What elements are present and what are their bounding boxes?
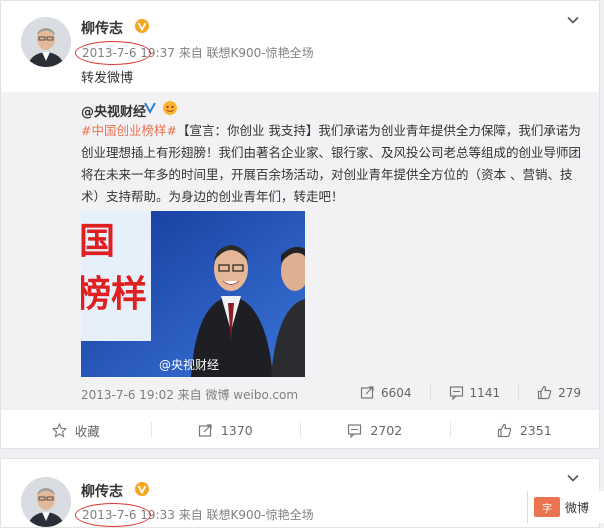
hashtag-link[interactable]: #中国创业榜样#: [81, 123, 177, 138]
comment-icon: [348, 423, 362, 438]
share-icon: [360, 386, 374, 399]
repost-meta[interactable]: 2013-7-6 19:02 来自 微博 weibo.com: [81, 386, 298, 403]
post-date[interactable]: 2013-7-6: [75, 503, 151, 527]
author-avatar[interactable]: [21, 17, 71, 67]
post-date[interactable]: 2013-7-6: [75, 41, 151, 65]
repost-body: #中国创业榜样#【宣言：你创业 我支持】我们承诺为创业青年提供全力保障，我们承诺…: [81, 123, 582, 204]
repost-comment-count[interactable]: 1141: [449, 385, 500, 400]
red-circle-annotation: [75, 503, 151, 527]
red-circle-annotation: [75, 41, 151, 65]
reposted-content: @央视财经 #中国创业榜样#【宣言：你创业 我支持】我们承诺为创业青年提供全力保…: [1, 92, 599, 409]
author-avatar[interactable]: [21, 477, 71, 527]
like-button[interactable]: 2351: [449, 410, 600, 450]
share-icon: [198, 423, 212, 437]
repost-like-count[interactable]: 279: [537, 385, 581, 400]
verified-icon: [135, 482, 149, 496]
post-text: 转发微博: [81, 71, 134, 86]
verified-blue-icon: [144, 102, 156, 114]
repost-share-count[interactable]: 6604: [360, 385, 412, 400]
weibo-post-card: 柳传志 2013-7-6 19:33 来自 联想K900-惊艳全场: [0, 458, 600, 528]
chevron-down-icon[interactable]: [566, 471, 580, 485]
member-badge-icon: [163, 101, 177, 115]
chevron-down-icon[interactable]: [566, 13, 580, 27]
repost-button[interactable]: 1370: [150, 410, 301, 450]
weibo-logo-icon: 字: [534, 497, 560, 517]
post-meta: 2013-7-6 19:37 来自 联想K900-惊艳全场: [75, 41, 314, 65]
author-name[interactable]: 柳传志: [81, 18, 123, 38]
comment-button[interactable]: 2702: [300, 410, 450, 450]
post-time-source[interactable]: 19:33 来自 联想K900-惊艳全场: [140, 508, 313, 522]
banner-text-2: 榜样: [81, 274, 147, 315]
avatar-image: [21, 17, 71, 67]
thumbs-up-icon: [497, 423, 512, 437]
divider: [429, 385, 431, 399]
image-watermark: @央视财经: [159, 357, 219, 372]
weibo-overlay-tag[interactable]: 字 微博: [527, 491, 604, 523]
repost-stats: 6604 1141 279: [342, 385, 581, 400]
author-name[interactable]: 柳传志: [81, 481, 123, 501]
comment-icon: [449, 386, 463, 400]
weibo-post-card: 柳传志 2013-7-6 19:37 来自 联想K900-惊艳全场 转发微博 @…: [0, 0, 600, 449]
verified-icon: [135, 19, 149, 33]
thumbs-up-icon: [537, 385, 552, 400]
repost-image[interactable]: 国 榜样 @央视财经: [81, 211, 305, 377]
avatar-image: [21, 477, 71, 527]
action-bar: 收藏 1370 2702 2351: [1, 409, 599, 450]
banner-text-1: 国: [81, 221, 115, 262]
favorite-button[interactable]: 收藏: [1, 410, 151, 450]
overlay-label: 微博: [565, 500, 590, 515]
post-meta: 2013-7-6 19:33 来自 联想K900-惊艳全场: [75, 503, 314, 527]
post-time-source[interactable]: 19:37 来自 联想K900-惊艳全场: [140, 46, 313, 60]
star-icon: [51, 422, 67, 438]
repost-author[interactable]: @央视财经: [81, 101, 146, 120]
divider: [518, 385, 520, 399]
